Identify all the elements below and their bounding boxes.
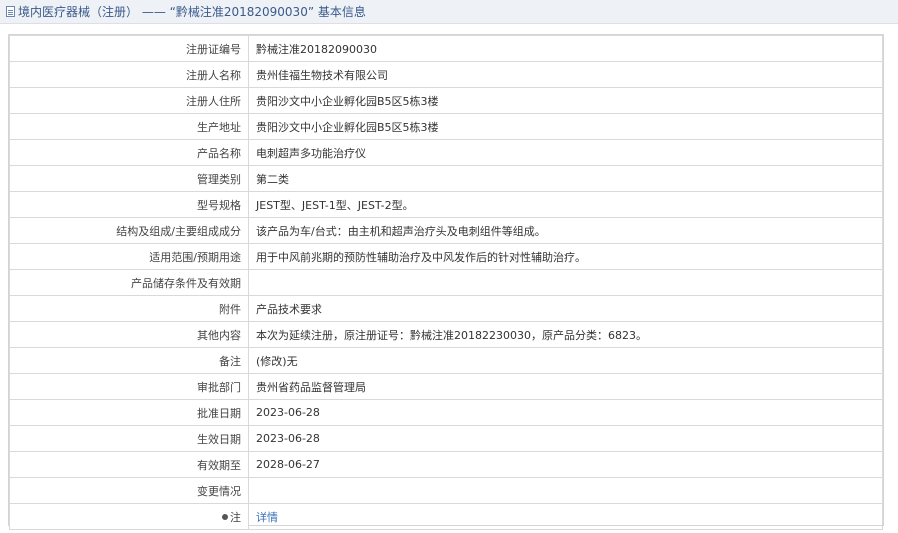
field-label: 注册人名称 [9, 61, 249, 88]
info-row: 批准日期 2023-06-28 [9, 399, 883, 426]
field-label: 变更情况 [9, 477, 249, 504]
info-row: 审批部门 贵州省药品监督管理局 [9, 373, 883, 400]
page-title-bar: 境内医疗器械（注册） —— “黔械注准20182090030” 基本信息 [0, 0, 898, 24]
field-label: 备注 [9, 347, 249, 374]
info-row: 有效期至 2028-06-27 [9, 451, 883, 478]
note-value-cell: 详情 [248, 503, 883, 530]
info-row: 生产地址 贵阳沙文中小企业孵化园B5区5栋3楼 [9, 113, 883, 140]
field-label: 有效期至 [9, 451, 249, 478]
info-row: 产品储存条件及有效期 [9, 269, 883, 296]
field-value: 贵州佳福生物技术有限公司 [248, 61, 883, 88]
info-row: 变更情况 [9, 477, 883, 504]
field-value: 2023-06-28 [248, 425, 883, 452]
info-row: 管理类别 第二类 [9, 165, 883, 192]
field-value: 黔械注准20182090030 [248, 35, 883, 62]
field-label: 管理类别 [9, 165, 249, 192]
note-row: 注 详情 [9, 503, 883, 530]
field-value: 第二类 [248, 165, 883, 192]
field-label: 其他内容 [9, 321, 249, 348]
details-link[interactable]: 详情 [256, 511, 278, 524]
info-row: 注册人住所 贵阳沙文中小企业孵化园B5区5栋3楼 [9, 87, 883, 114]
info-row: 适用范围/预期用途 用于中风前兆期的预防性辅助治疗及中风发作后的针对性辅助治疗。 [9, 243, 883, 270]
field-value: 用于中风前兆期的预防性辅助治疗及中风发作后的针对性辅助治疗。 [248, 243, 883, 270]
basic-info-table: 注册证编号 黔械注准20182090030 注册人名称 贵州佳福生物技术有限公司 注册人… [9, 35, 883, 530]
note-label: 注 [230, 510, 241, 524]
info-row: 附件 产品技术要求 [9, 295, 883, 322]
info-row: 其他内容 本次为延续注册，原注册证号：黔械注准20182230030，原产品分类：… [9, 321, 883, 348]
basic-info-panel: 注册证编号 黔械注准20182090030 注册人名称 贵州佳福生物技术有限公司 注册人… [8, 34, 884, 530]
field-label: 注册证编号 [9, 35, 249, 62]
field-value: 该产品为车/台式：由主机和超声治疗头及电刺组件等组成。 [248, 217, 883, 244]
field-value: 本次为延续注册，原注册证号：黔械注准20182230030，原产品分类：6823… [248, 321, 883, 348]
pin-icon [222, 513, 228, 520]
info-row: 备注 (修改)无 [9, 347, 883, 374]
field-label: 批准日期 [9, 399, 249, 426]
field-value: 电刺超声多功能治疗仪 [248, 139, 883, 166]
field-value: 2028-06-27 [248, 451, 883, 478]
info-row: 生效日期 2023-06-28 [9, 425, 883, 452]
field-value: 贵阳沙文中小企业孵化园B5区5栋3楼 [248, 87, 883, 114]
field-label: 生产地址 [9, 113, 249, 140]
info-row: 产品名称 电刺超声多功能治疗仪 [9, 139, 883, 166]
info-row: 注册证编号 黔械注准20182090030 [9, 35, 883, 62]
field-label: 产品储存条件及有效期 [9, 269, 249, 296]
field-value [248, 477, 883, 504]
info-row: 注册人名称 贵州佳福生物技术有限公司 [9, 61, 883, 88]
field-label: 适用范围/预期用途 [9, 243, 249, 270]
document-icon [6, 6, 15, 17]
field-label: 审批部门 [9, 373, 249, 400]
field-value: 产品技术要求 [248, 295, 883, 322]
info-row: 结构及组成/主要组成成分 该产品为车/台式：由主机和超声治疗头及电刺组件等组成。 [9, 217, 883, 244]
field-label: 附件 [9, 295, 249, 322]
field-label: 生效日期 [9, 425, 249, 452]
field-label: 产品名称 [9, 139, 249, 166]
note-label-cell: 注 [9, 503, 249, 530]
field-label: 结构及组成/主要组成成分 [9, 217, 249, 244]
field-value: 贵州省药品监督管理局 [248, 373, 883, 400]
field-label: 型号规格 [9, 191, 249, 218]
field-value: JEST型、JEST-1型、JEST-2型。 [248, 191, 883, 218]
field-value: 2023-06-28 [248, 399, 883, 426]
field-value: (修改)无 [248, 347, 883, 374]
page-title: 境内医疗器械（注册） —— “黔械注准20182090030” 基本信息 [18, 5, 366, 19]
field-value: 贵阳沙文中小企业孵化园B5区5栋3楼 [248, 113, 883, 140]
field-label: 注册人住所 [9, 87, 249, 114]
info-row: 型号规格 JEST型、JEST-1型、JEST-2型。 [9, 191, 883, 218]
field-value [248, 269, 883, 296]
